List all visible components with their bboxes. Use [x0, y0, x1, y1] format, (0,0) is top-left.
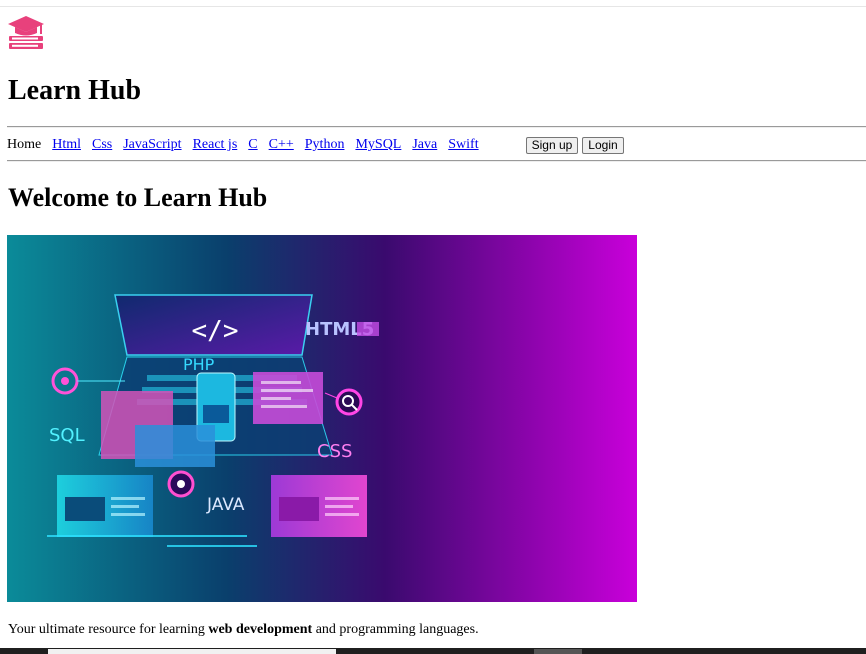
top-border	[0, 6, 866, 7]
nav-link-c[interactable]: C	[248, 137, 257, 153]
nav-link-java[interactable]: Java	[412, 137, 437, 153]
nav-link-cpp[interactable]: C++	[269, 137, 294, 153]
search-magnifier-icon	[335, 388, 363, 416]
taskbar-segment	[48, 649, 336, 654]
sql-label: SQL	[49, 425, 85, 446]
nav-link-mysql[interactable]: MySQL	[355, 137, 401, 153]
auth-buttons: Sign up Login	[525, 136, 624, 154]
site-title: Learn Hub	[8, 75, 142, 106]
css-label: CSS	[317, 441, 352, 462]
nav-link-react-js[interactable]: React js	[193, 137, 238, 153]
nav-divider-top	[7, 126, 866, 128]
nav-home: Home	[7, 137, 42, 152]
graduation-cap-books-logo-icon	[8, 16, 44, 49]
php-label: PHP	[183, 355, 215, 374]
nav-link-css[interactable]: Css	[92, 137, 112, 153]
nav-link-swift[interactable]: Swift	[448, 137, 478, 153]
bottom-taskbar-strip	[0, 648, 866, 654]
hero-illustration: </> PHP HTML5 SQL CSS JAVA	[7, 235, 637, 602]
nav-link-javascript[interactable]: JavaScript	[123, 137, 181, 153]
nav-link-html[interactable]: Html	[52, 137, 81, 153]
tagline: Your ultimate resource for learning web …	[8, 621, 479, 638]
tagline-end: and programming languages.	[312, 622, 479, 637]
tagline-bold: web development	[208, 622, 313, 637]
login-button[interactable]: Login	[582, 136, 624, 154]
tagline-start: Your ultimate resource for learning	[8, 622, 209, 637]
main-nav: Home Html Css JavaScript React js C C++ …	[7, 136, 624, 154]
code-tag-label: </>	[192, 316, 239, 346]
java-label: JAVA	[206, 495, 245, 515]
welcome-heading: Welcome to Learn Hub	[8, 183, 268, 212]
nav-divider-bottom	[7, 160, 866, 162]
taskbar-segment-dark	[534, 649, 582, 654]
nav-link-python[interactable]: Python	[305, 137, 345, 153]
signup-button[interactable]: Sign up	[525, 136, 579, 154]
